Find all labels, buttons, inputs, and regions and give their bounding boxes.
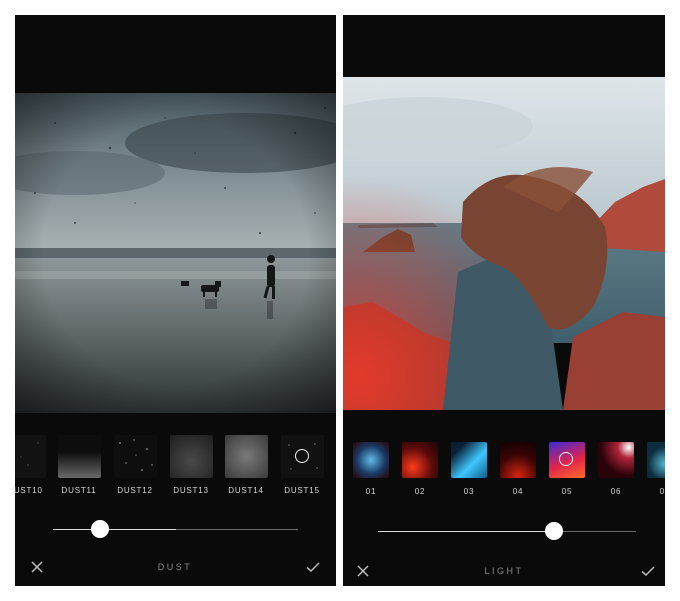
close-icon[interactable]	[355, 563, 371, 579]
preset-label: DUST13	[173, 486, 209, 495]
coast-photo-image	[343, 77, 665, 410]
intensity-slider-fill	[53, 529, 176, 530]
preset-strip: DUST10 DUST11 DUST12 DUST13 DUST14 DUST1…	[15, 435, 336, 495]
preset-label: DUST12	[117, 486, 153, 495]
preset-thumb-light07[interactable]	[647, 442, 665, 478]
preset-thumb-dust12[interactable]	[114, 435, 157, 478]
preset-label: DUST14	[228, 486, 264, 495]
preset-thumb-light05-selected[interactable]	[549, 442, 585, 478]
photo-preview-coast	[343, 77, 665, 410]
preset-thumb-dust13[interactable]	[170, 435, 213, 478]
checkmark-icon[interactable]	[305, 559, 321, 575]
right-screen: 01 02 03 04 05 06 07 LIGHT	[343, 15, 665, 586]
left-screen: DUST10 DUST11 DUST12 DUST13 DUST14 DUST1…	[15, 15, 336, 586]
intensity-slider-fill	[378, 531, 554, 532]
preset-label: 07	[659, 487, 665, 496]
preset-label: DUST11	[61, 486, 97, 495]
preset-thumb-light06[interactable]	[598, 442, 634, 478]
preset-thumb-dust10[interactable]	[15, 435, 46, 478]
intensity-slider-knob[interactable]	[91, 520, 109, 538]
preset-thumb-light02[interactable]	[402, 442, 438, 478]
dust-texture-icon	[119, 439, 153, 471]
preset-strip: 01 02 03 04 05 06 07	[343, 442, 665, 502]
photo-preview-beach	[15, 93, 336, 413]
dust-texture-icon	[20, 442, 39, 466]
preset-thumb-light01[interactable]	[353, 442, 389, 478]
adjust-ring-icon	[559, 452, 573, 466]
preset-thumb-light03[interactable]	[451, 442, 487, 478]
close-icon[interactable]	[29, 559, 45, 575]
preset-label: DUST15	[284, 486, 320, 495]
preset-thumb-dust11[interactable]	[58, 435, 101, 478]
beach-photo-image	[15, 93, 336, 413]
preset-thumb-light04[interactable]	[500, 442, 536, 478]
tool-title: DUST	[157, 562, 193, 572]
adjust-ring-icon	[295, 449, 309, 463]
preset-thumb-dust14[interactable]	[225, 435, 268, 478]
intensity-slider-knob[interactable]	[545, 522, 563, 540]
preset-thumb-dust15-selected[interactable]	[281, 435, 324, 478]
checkmark-icon[interactable]	[640, 563, 656, 579]
tool-title: LIGHT	[484, 566, 524, 576]
